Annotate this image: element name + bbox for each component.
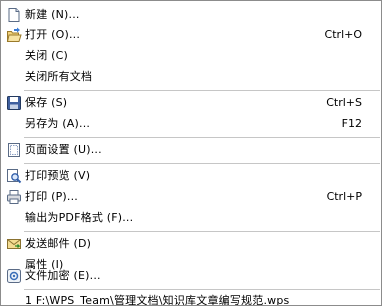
menu-item-save[interactable]: 保存 (S) Ctrl+S xyxy=(2,93,380,113)
menu-item-shortcut: Ctrl+P xyxy=(326,190,362,203)
menu-item-label: 输出为PDF格式 (F)... xyxy=(25,211,134,224)
file-encrypt-icon xyxy=(6,268,22,284)
menu-item-close[interactable]: 关闭 (C) xyxy=(2,46,380,66)
menu-item-shortcut: Ctrl+O xyxy=(324,28,362,41)
page-setup-icon xyxy=(6,142,22,158)
menu-item-label: 打开 (O)... xyxy=(25,28,81,41)
menu-item-label: 关闭所有文档 xyxy=(25,70,93,83)
menu-separator xyxy=(24,289,380,290)
menu-item-label: 关闭 (C) xyxy=(25,49,68,62)
menu-separator xyxy=(24,163,380,164)
menu-item-label: 打印预览 (V) xyxy=(25,169,91,182)
menu-item-label: 页面设置 (U)... xyxy=(25,143,102,156)
menu-item-new[interactable]: 新建 (N)... xyxy=(2,5,380,25)
send-mail-icon xyxy=(6,236,22,252)
menu-item-print-preview[interactable]: 打印预览 (V) xyxy=(2,166,380,186)
menu-item-shortcut: F12 xyxy=(341,117,362,130)
menu-item-print[interactable]: 打印 (P)... Ctrl+P xyxy=(2,187,380,207)
new-document-icon xyxy=(6,7,22,23)
menu-item-file-encrypt[interactable]: 文件加密 (E)... xyxy=(2,266,380,286)
menu-item-label: 新建 (N)... xyxy=(25,8,80,21)
menu-item-page-setup[interactable]: 页面设置 (U)... xyxy=(2,140,380,160)
file-menu: 新建 (N)... 打开 (O)... Ctrl+O 关闭 (C) 关闭所有文档 xyxy=(0,0,382,306)
menu-item-export-pdf[interactable]: 输出为PDF格式 (F)... xyxy=(2,208,380,228)
menu-item-label: 文件加密 (E)... xyxy=(25,269,101,282)
menu-item-open[interactable]: 打开 (O)... Ctrl+O xyxy=(2,25,380,45)
printer-icon xyxy=(6,189,22,205)
print-preview-icon xyxy=(6,168,22,184)
menu-item-label: 发送邮件 (D) xyxy=(25,237,92,250)
menu-item-send-mail[interactable]: 发送邮件 (D) xyxy=(2,234,380,254)
menu-item-label: 另存为 (A)... xyxy=(25,117,91,130)
menu-separator xyxy=(24,90,380,91)
recent-file-item[interactable]: 1 F:\WPS_Team\管理文档\知识库文章编写规范.wps xyxy=(2,291,380,305)
menu-item-save-as[interactable]: 另存为 (A)... F12 xyxy=(2,114,380,134)
menu-item-label: 保存 (S) xyxy=(25,96,68,109)
menu-separator xyxy=(24,231,380,232)
menu-item-shortcut: Ctrl+S xyxy=(326,96,362,109)
save-disk-icon xyxy=(6,95,22,111)
menu-item-close-all[interactable]: 关闭所有文档 xyxy=(2,67,380,87)
open-folder-icon xyxy=(6,27,22,43)
menu-separator xyxy=(24,137,380,138)
menu-item-label: 打印 (P)... xyxy=(25,190,79,203)
recent-file-label: 1 F:\WPS_Team\管理文档\知识库文章编写规范.wps xyxy=(25,294,290,305)
